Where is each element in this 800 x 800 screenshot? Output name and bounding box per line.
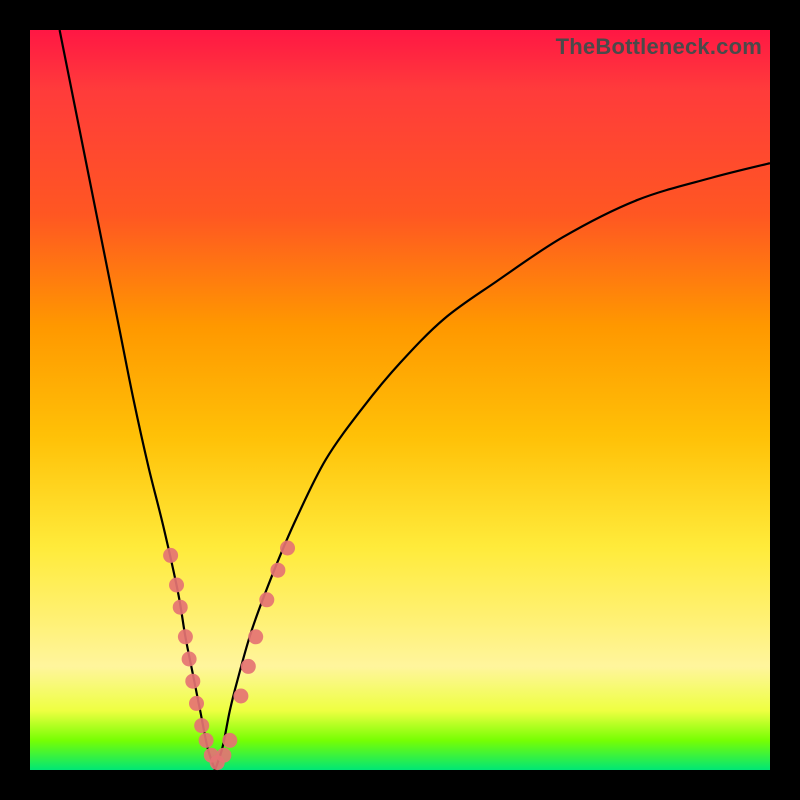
sample-dot	[270, 563, 285, 578]
sample-dot	[233, 689, 248, 704]
sample-dot	[194, 718, 209, 733]
sample-dot	[189, 696, 204, 711]
sample-dot	[216, 748, 231, 763]
highlight-dots	[163, 541, 295, 771]
sample-dot	[182, 652, 197, 667]
sample-dot	[163, 548, 178, 563]
sample-dot	[222, 733, 237, 748]
chart-frame: TheBottleneck.com	[0, 0, 800, 800]
sample-dot	[248, 629, 263, 644]
sample-dot	[241, 659, 256, 674]
plot-area: TheBottleneck.com	[30, 30, 770, 770]
sample-dot	[280, 541, 295, 556]
chart-svg	[30, 30, 770, 770]
sample-dot	[259, 592, 274, 607]
sample-dot	[178, 629, 193, 644]
sample-dot	[199, 733, 214, 748]
curve-right	[215, 163, 770, 770]
sample-dot	[185, 674, 200, 689]
sample-dot	[173, 600, 188, 615]
sample-dot	[169, 578, 184, 593]
